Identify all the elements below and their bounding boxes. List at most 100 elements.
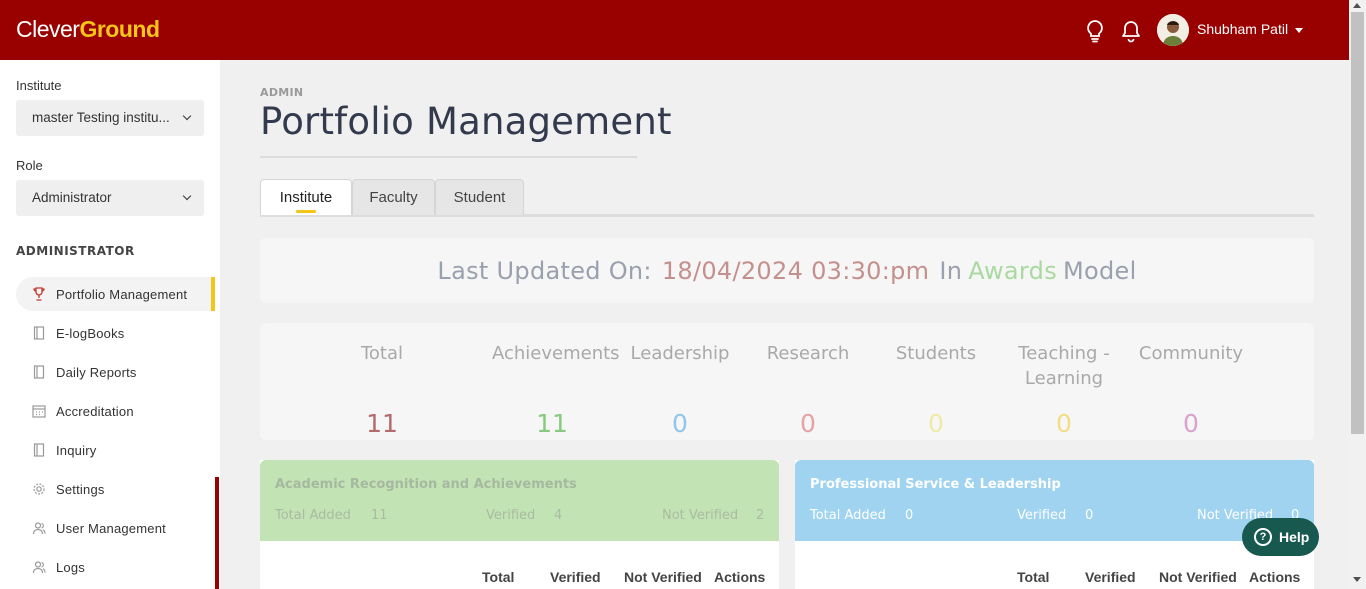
institute-label: Institute: [16, 78, 62, 93]
stat-value: 0: [1183, 409, 1199, 438]
stat-research: Research 0: [748, 341, 868, 438]
sidebar-item-label: User Management: [56, 520, 166, 536]
last-updated-in: In: [939, 256, 963, 285]
role-label: Role: [16, 158, 43, 173]
sidebar-item-label: Settings: [56, 481, 105, 497]
last-updated-model-name: Awards: [968, 256, 1057, 285]
stat-label: Community: [1138, 343, 1244, 364]
role-select[interactable]: Administrator: [16, 180, 204, 216]
bell-icon[interactable]: [1120, 19, 1142, 43]
book-icon: [32, 326, 46, 340]
role-select-value: Administrator: [32, 190, 112, 205]
sidebar-item-settings[interactable]: Settings: [16, 472, 215, 506]
logo-text-clever: Clever: [16, 16, 80, 42]
sidebar-item-label: Accreditation: [56, 403, 134, 419]
verified-label: Verified: [486, 508, 536, 523]
stat-value: 11: [536, 409, 568, 438]
tab-label: Faculty: [369, 189, 418, 206]
calendar-icon: [32, 404, 46, 418]
stat-value: 0: [1056, 409, 1072, 438]
users-icon: [32, 521, 46, 535]
column-header-total: Total: [482, 569, 515, 585]
column-header-actions: Actions: [714, 569, 766, 585]
sidebar-item-daily-reports[interactable]: Daily Reports: [16, 355, 215, 389]
tab-institute[interactable]: Institute: [260, 179, 352, 215]
total-added-value: 0: [905, 508, 914, 523]
sidebar-item-logs[interactable]: Logs: [16, 550, 215, 584]
tab-label: Institute: [279, 189, 333, 206]
scrollbar-thumb[interactable]: [1351, 12, 1364, 434]
total-added-label: Total Added: [810, 508, 886, 523]
column-header-verified: Verified: [550, 569, 601, 585]
help-label: Help: [1279, 529, 1310, 545]
sidebar-item-inquiry[interactable]: Inquiry: [16, 433, 215, 467]
not-verified-value: 2: [756, 508, 765, 523]
institute-select[interactable]: master Testing institu...: [16, 100, 204, 136]
column-header-actions: Actions: [1249, 569, 1301, 585]
not-verified-label: Not Verified: [662, 508, 739, 523]
sidebar: Institute master Testing institu... Role…: [0, 60, 220, 589]
sidebar-item-portfolio-management[interactable]: Portfolio Management: [16, 277, 215, 311]
stat-label: Total: [360, 343, 404, 364]
stat-value: 0: [800, 409, 816, 438]
tab-faculty[interactable]: Faculty: [352, 179, 435, 215]
help-button[interactable]: ? Help: [1242, 518, 1319, 556]
verified-label: Verified: [1017, 508, 1067, 523]
last-updated-suffix: Model: [1063, 256, 1137, 285]
last-updated-card: Last Updated On: 18/04/2024 03:30:pm In …: [260, 238, 1314, 303]
stat-community: Community 0: [1131, 341, 1251, 438]
page-scrollbar[interactable]: [1349, 0, 1366, 589]
chevron-down-icon: [182, 191, 192, 201]
sidebar-item-accreditation[interactable]: Accreditation: [16, 394, 215, 428]
tab-student[interactable]: Student: [435, 179, 524, 215]
avatar[interactable]: [1157, 14, 1189, 46]
scroll-down-icon[interactable]: [1353, 577, 1361, 582]
bulb-icon[interactable]: [1084, 19, 1106, 43]
last-updated-prefix: Last Updated On:: [437, 256, 652, 285]
caret-down-icon[interactable]: [1295, 28, 1303, 33]
stat-value: 0: [928, 409, 944, 438]
question-icon: ?: [1254, 528, 1272, 546]
section-title-administrator: ADMINISTRATOR: [16, 244, 135, 258]
sidebar-item-label: Daily Reports: [56, 364, 137, 380]
chevron-down-icon: [182, 111, 192, 121]
stat-label: Students: [895, 343, 977, 364]
category-panel-academic: Academic Recognition and Achievements To…: [260, 460, 779, 589]
stat-teaching-learning: Teaching - Learning 0: [1004, 341, 1124, 438]
users-icon: [32, 560, 46, 574]
user-name[interactable]: Shubham Patil: [1197, 21, 1288, 37]
stat-label: Leadership: [630, 343, 730, 364]
panel-header: Professional Service & Leadership Total …: [795, 460, 1314, 541]
sidebar-item-user-management[interactable]: User Management: [16, 511, 215, 545]
stat-students: Students 0: [876, 341, 996, 438]
active-tab-indicator: [296, 210, 316, 213]
column-header-not-verified: Not Verified: [1159, 569, 1237, 585]
panel-title: Academic Recognition and Achievements: [275, 477, 577, 492]
stat-leadership: Leadership 0: [620, 341, 740, 438]
logo-text-ground: Ground: [79, 16, 160, 42]
panel-title: Professional Service & Leadership: [810, 477, 1061, 492]
total-added-value: 11: [371, 508, 388, 523]
stats-card: Total 11 Achievements 11 Leadership 0 Re…: [260, 323, 1314, 440]
app-logo[interactable]: CleverGround: [16, 16, 160, 43]
stat-label: Achievements: [492, 343, 620, 364]
page-title: Portfolio Management: [260, 100, 672, 143]
top-navbar: CleverGround Shubham Patil: [0, 0, 1349, 60]
stat-achievements: Achievements 11: [492, 341, 620, 438]
book-icon: [32, 365, 46, 379]
stat-total: Total 11: [322, 341, 442, 438]
sidebar-item-label: Portfolio Management: [56, 286, 188, 302]
stat-value: 11: [366, 409, 398, 438]
sidebar-scrollbar-thumb[interactable]: [215, 477, 219, 589]
tab-label: Student: [453, 189, 506, 206]
sidebar-item-label: Logs: [56, 559, 85, 575]
institute-select-value: master Testing institu...: [32, 110, 170, 125]
sidebar-item-label: E-logBooks: [56, 325, 125, 341]
stat-value: 0: [672, 409, 688, 438]
scroll-up-icon[interactable]: [1353, 3, 1361, 8]
column-header-total: Total: [1017, 569, 1050, 585]
panel-header: Academic Recognition and Achievements To…: [260, 460, 779, 541]
sidebar-item-e-logbooks[interactable]: E-logBooks: [16, 316, 215, 350]
trophy-icon: [32, 287, 46, 301]
column-header-verified: Verified: [1085, 569, 1136, 585]
